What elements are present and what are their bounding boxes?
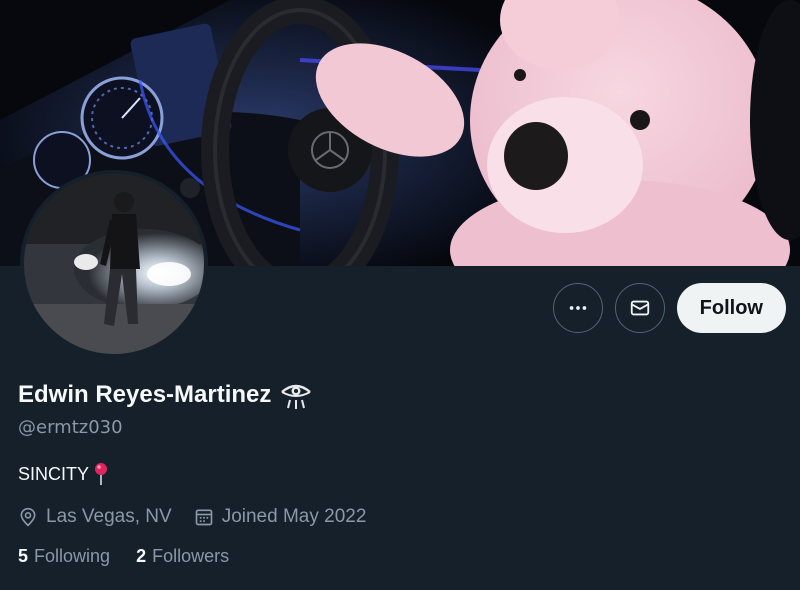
follow-button[interactable]: Follow: [676, 283, 786, 333]
avatar-image: [24, 174, 204, 354]
display-name: Edwin Reyes-Martinez: [18, 381, 272, 408]
follow-stats: 5 Following 2 Followers: [18, 546, 782, 567]
calendar-icon: [195, 509, 213, 526]
bio-text: SINCITY: [18, 463, 90, 484]
location-pin-icon: [20, 507, 36, 527]
profile-meta: Las Vegas, NV Joined May 2022: [18, 506, 782, 528]
message-button[interactable]: [614, 283, 665, 333]
profile-info: Edwin Reyes-Martinez @ermtz030 SINCITY L…: [18, 380, 782, 567]
followers-label: Followers: [152, 546, 230, 566]
following-count: 5: [18, 546, 29, 566]
location: Las Vegas, NV: [18, 506, 172, 528]
followers-count: 2: [136, 546, 147, 566]
eye-emoji-icon: [281, 384, 312, 409]
location-text: Las Vegas, NV: [46, 506, 172, 527]
profile-actions: Follow: [552, 283, 786, 333]
user-handle: @ermtz030: [18, 417, 123, 438]
join-date: Joined May 2022: [194, 506, 367, 528]
profile-avatar[interactable]: [20, 170, 208, 358]
followers-link[interactable]: 2 Followers: [136, 546, 229, 567]
join-date-text: Joined May 2022: [221, 506, 367, 527]
more-button[interactable]: [552, 283, 603, 333]
envelope-icon: [630, 300, 649, 316]
following-label: Following: [34, 546, 111, 566]
round-pushpin-icon: [95, 463, 108, 485]
name-row: Edwin Reyes-Martinez: [18, 380, 782, 410]
bio: SINCITY: [18, 462, 782, 486]
following-link[interactable]: 5 Following: [18, 546, 110, 567]
more-horizontal-icon: [569, 306, 586, 310]
